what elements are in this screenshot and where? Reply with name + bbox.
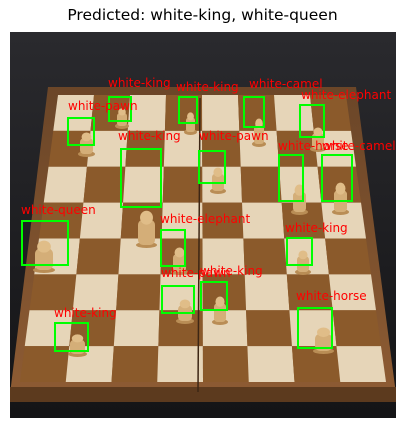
- board-square: [242, 202, 285, 239]
- board-square: [240, 166, 282, 203]
- board-square: [76, 238, 121, 275]
- board-square: [336, 346, 386, 382]
- photo-panel: white-king white-king white-camel white-ele…: [10, 32, 396, 418]
- board-front-edge: [10, 387, 396, 402]
- board-square: [24, 310, 73, 347]
- board-square: [202, 202, 244, 239]
- board-square: [202, 130, 241, 167]
- board-square: [328, 274, 376, 311]
- board-square: [157, 346, 203, 382]
- board-square: [53, 95, 94, 131]
- board-square: [113, 310, 160, 347]
- board-square: [116, 274, 161, 311]
- board-square: [274, 95, 314, 131]
- board-square: [162, 166, 203, 203]
- board-square: [202, 238, 245, 275]
- board-square: [111, 346, 159, 382]
- board-square: [244, 274, 290, 311]
- board-square: [123, 166, 164, 203]
- board-square: [243, 238, 287, 275]
- board-square: [20, 346, 70, 382]
- board-square: [332, 310, 381, 347]
- board-square: [164, 95, 203, 131]
- board-square: [286, 274, 333, 311]
- figure-title: Predicted: white-king, white-queen: [67, 6, 338, 24]
- board-square: [163, 130, 203, 167]
- board-square: [127, 95, 166, 131]
- board-square: [29, 274, 77, 311]
- board-square: [247, 346, 295, 382]
- board-square: [325, 238, 371, 275]
- board-square: [39, 202, 84, 239]
- board-square: [125, 130, 165, 167]
- board-square: [83, 166, 126, 203]
- board-square: [161, 202, 203, 239]
- board-square: [310, 95, 351, 131]
- chessboard-photo: [10, 32, 396, 418]
- board-square: [202, 95, 240, 131]
- board-square: [202, 346, 249, 382]
- board-square: [246, 310, 292, 347]
- board-square: [79, 202, 124, 239]
- board-square: [72, 274, 119, 311]
- board-square: [86, 130, 128, 167]
- board-square: [43, 166, 87, 203]
